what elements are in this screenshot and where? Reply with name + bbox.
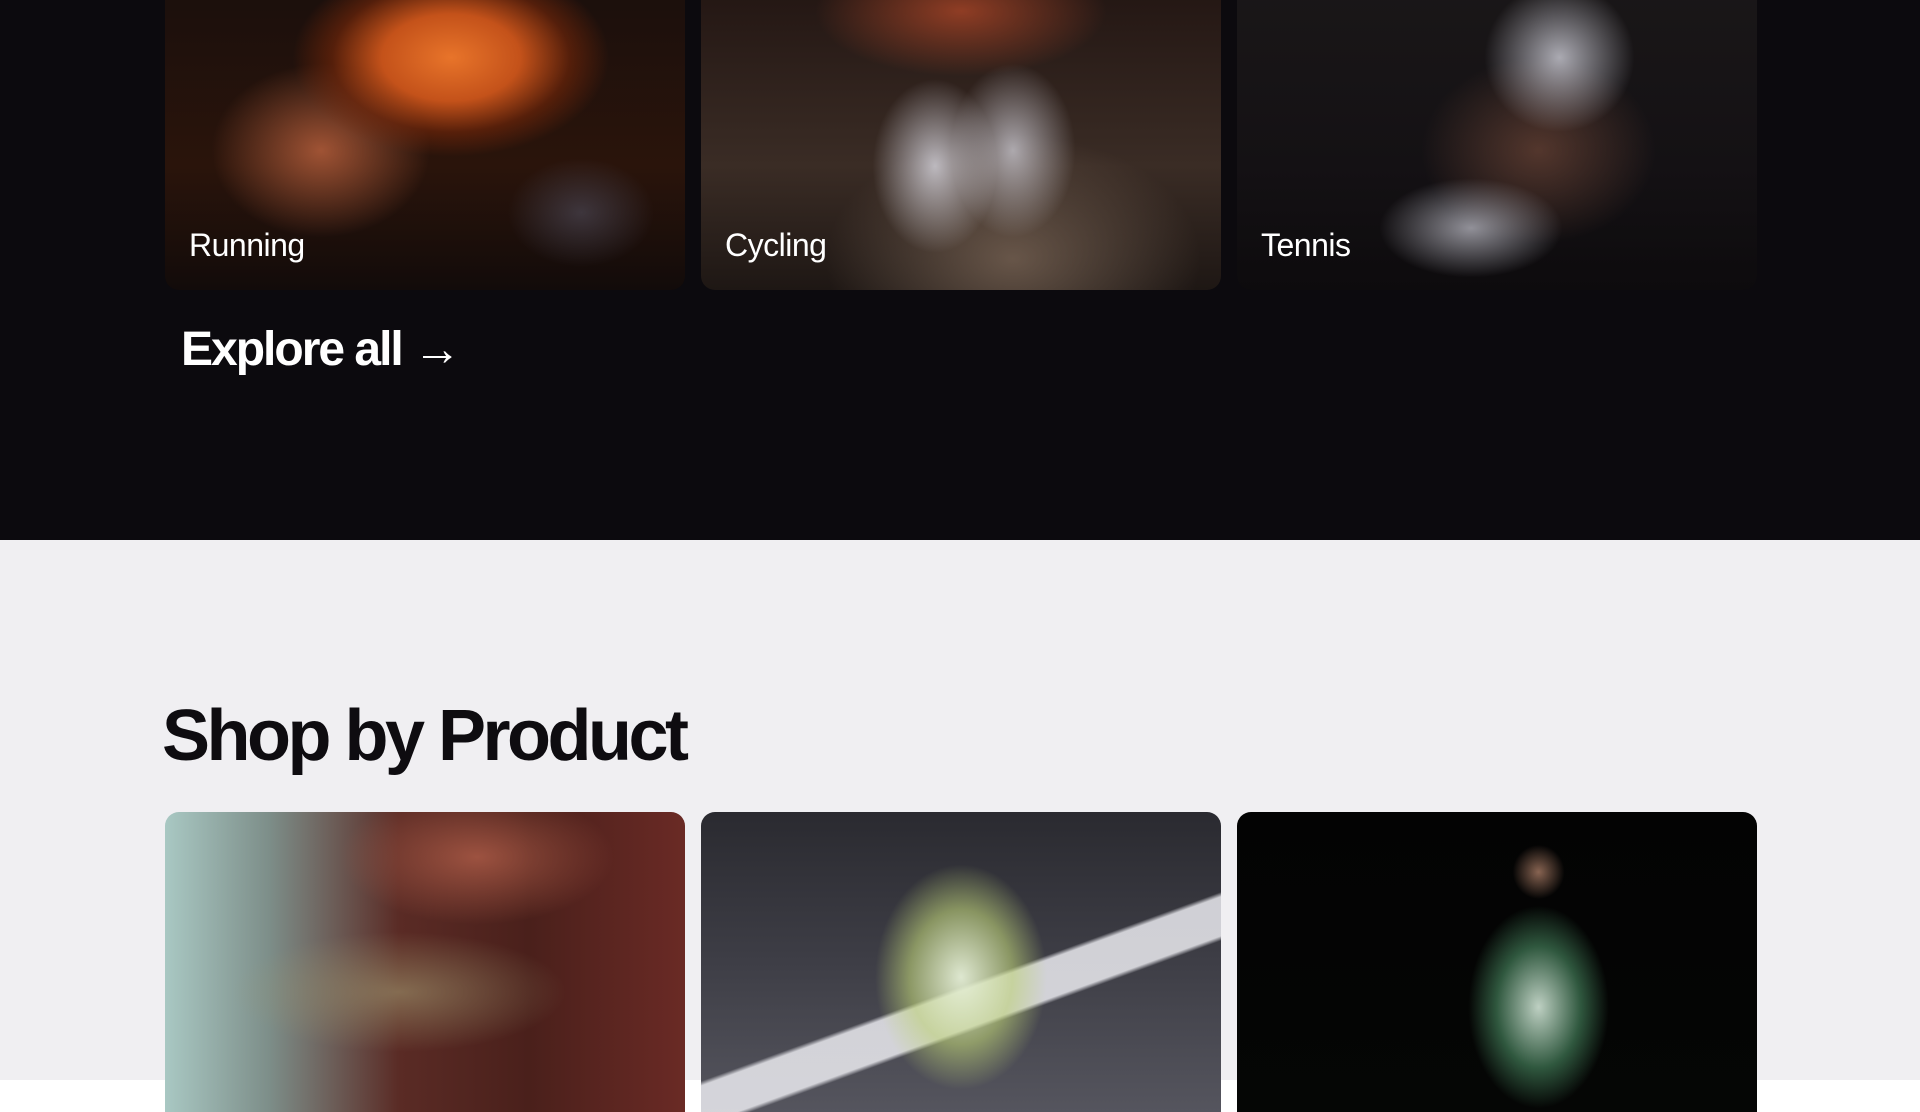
product-card-sunglasses[interactable]	[165, 812, 685, 1112]
sport-card-cycling[interactable]: Cycling	[701, 0, 1221, 290]
sport-card-label: Cycling	[725, 227, 827, 263]
section-title: Shop by Product	[162, 696, 689, 776]
product-card-hoodie[interactable]	[1237, 812, 1757, 1112]
sport-card-label: Tennis	[1261, 227, 1351, 263]
sport-card-running[interactable]: Running	[165, 0, 685, 290]
sport-card-tennis[interactable]: Tennis	[1237, 0, 1757, 290]
product-card-jacket[interactable]	[701, 812, 1221, 1112]
sport-card-label: Running	[189, 227, 305, 263]
explore-all-link[interactable]: Explore all →	[181, 322, 461, 377]
sports-section: Running Cycling Tennis Explore all →	[0, 0, 1920, 540]
